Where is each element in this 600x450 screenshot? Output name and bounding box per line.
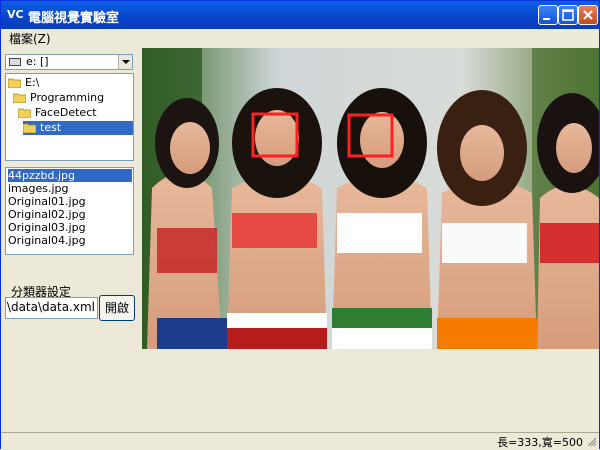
directory-label: Programming (30, 91, 105, 104)
classifier-path-input[interactable]: ng\data\data.xml (5, 297, 98, 319)
file-item[interactable]: images.jpg (8, 182, 132, 195)
file-item[interactable]: Original03.jpg (8, 221, 132, 234)
title-bar[interactable]: VC 電腦視覺實驗室 (1, 1, 599, 29)
image-display (142, 48, 599, 349)
directory-label: FaceDetect (35, 106, 97, 119)
file-item[interactable]: Original01.jpg (8, 195, 132, 208)
status-dimensions: 長=333,寬=500 (497, 436, 583, 449)
app-window: VC 電腦視覺實驗室 檔案(Z) e: [] E:\ Programming Fac… (0, 0, 600, 449)
window-title: 電腦視覺實驗室 (28, 11, 120, 26)
close-button[interactable] (578, 5, 598, 25)
directory-label: test (40, 121, 62, 134)
drive-dropdown-button[interactable] (118, 55, 132, 69)
file-item[interactable]: 44pzzbd.jpg (8, 169, 132, 182)
directory-item[interactable]: Programming (13, 91, 133, 105)
drive-label: e: [] (26, 55, 49, 68)
minimize-icon (543, 18, 550, 20)
directory-item[interactable]: test (23, 121, 133, 135)
file-list[interactable]: 44pzzbd.jpg images.jpg Original01.jpg Origi… (5, 167, 134, 255)
file-item[interactable]: Original04.jpg (8, 234, 132, 247)
file-item[interactable]: Original02.jpg (8, 208, 132, 221)
open-button[interactable]: 開啟 (99, 295, 135, 321)
directory-item[interactable]: E:\ (8, 76, 133, 90)
menu-bar: 檔案(Z) (1, 29, 599, 46)
chevron-down-icon (122, 60, 130, 64)
drive-select[interactable]: e: [] (5, 54, 133, 70)
directory-label: E:\ (25, 76, 40, 89)
detection-photo (142, 48, 599, 349)
maximize-button[interactable] (558, 5, 578, 25)
folder-icon (8, 78, 21, 88)
classifier-path-text: ng\data\data.xml (6, 300, 95, 314)
app-icon: VC (7, 8, 24, 21)
close-icon (583, 10, 593, 20)
directory-item[interactable]: FaceDetect (18, 106, 133, 120)
maximize-icon (562, 9, 574, 21)
folder-icon (13, 93, 26, 103)
menu-file[interactable]: 檔案(Z) (9, 30, 51, 47)
status-bar: 長=333,寬=500 (1, 432, 599, 449)
resize-grip-icon[interactable] (587, 437, 597, 447)
directory-list[interactable]: E:\ Programming FaceDetect test (5, 73, 134, 161)
folder-icon (23, 123, 36, 133)
minimize-button[interactable] (538, 5, 558, 25)
drive-icon (9, 58, 21, 66)
folder-icon (18, 108, 31, 118)
